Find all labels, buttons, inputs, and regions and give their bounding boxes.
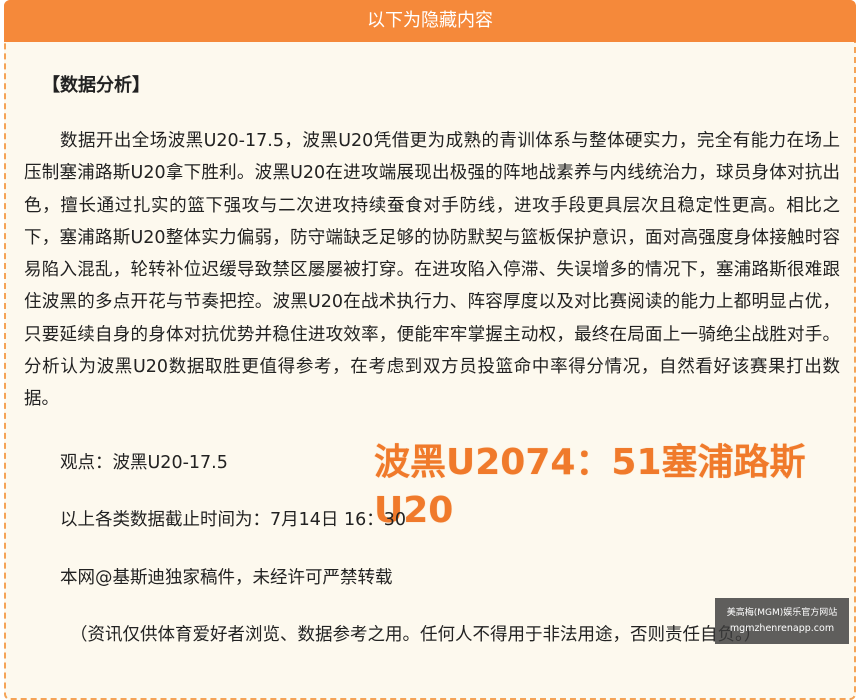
hidden-content-header: 以下为隐藏内容	[4, 0, 856, 42]
copyright-notice: 本网@基斯迪独家稿件，未经许可严禁转载	[60, 568, 393, 588]
site-watermark[interactable]: 美高梅(MGM)娱乐官方网站 mgmzhenrenapp.com	[715, 598, 849, 644]
analysis-paragraph: 数据开出全场波黑U20-17.5，波黑U20凭借更为成熟的青训体系与整体硬实力，…	[24, 131, 840, 410]
section-title: 【数据分析】	[42, 75, 150, 96]
data-cutoff-time: 以上各类数据截止时间为：7月14日 16：30	[60, 510, 406, 530]
final-score: 波黑U2074：51塞浦路斯U20	[374, 442, 806, 531]
viewpoint-text: 观点：波黑U20-17.5	[60, 453, 228, 473]
disclaimer-text: （资讯仅供体育爱好者浏览、数据参考之用。任何人不得用于非法用途，否则责任自负。）	[70, 625, 762, 645]
watermark-url: mgmzhenrenapp.com	[729, 623, 835, 634]
watermark-site-name: 美高梅(MGM)娱乐官方网站	[726, 608, 838, 618]
